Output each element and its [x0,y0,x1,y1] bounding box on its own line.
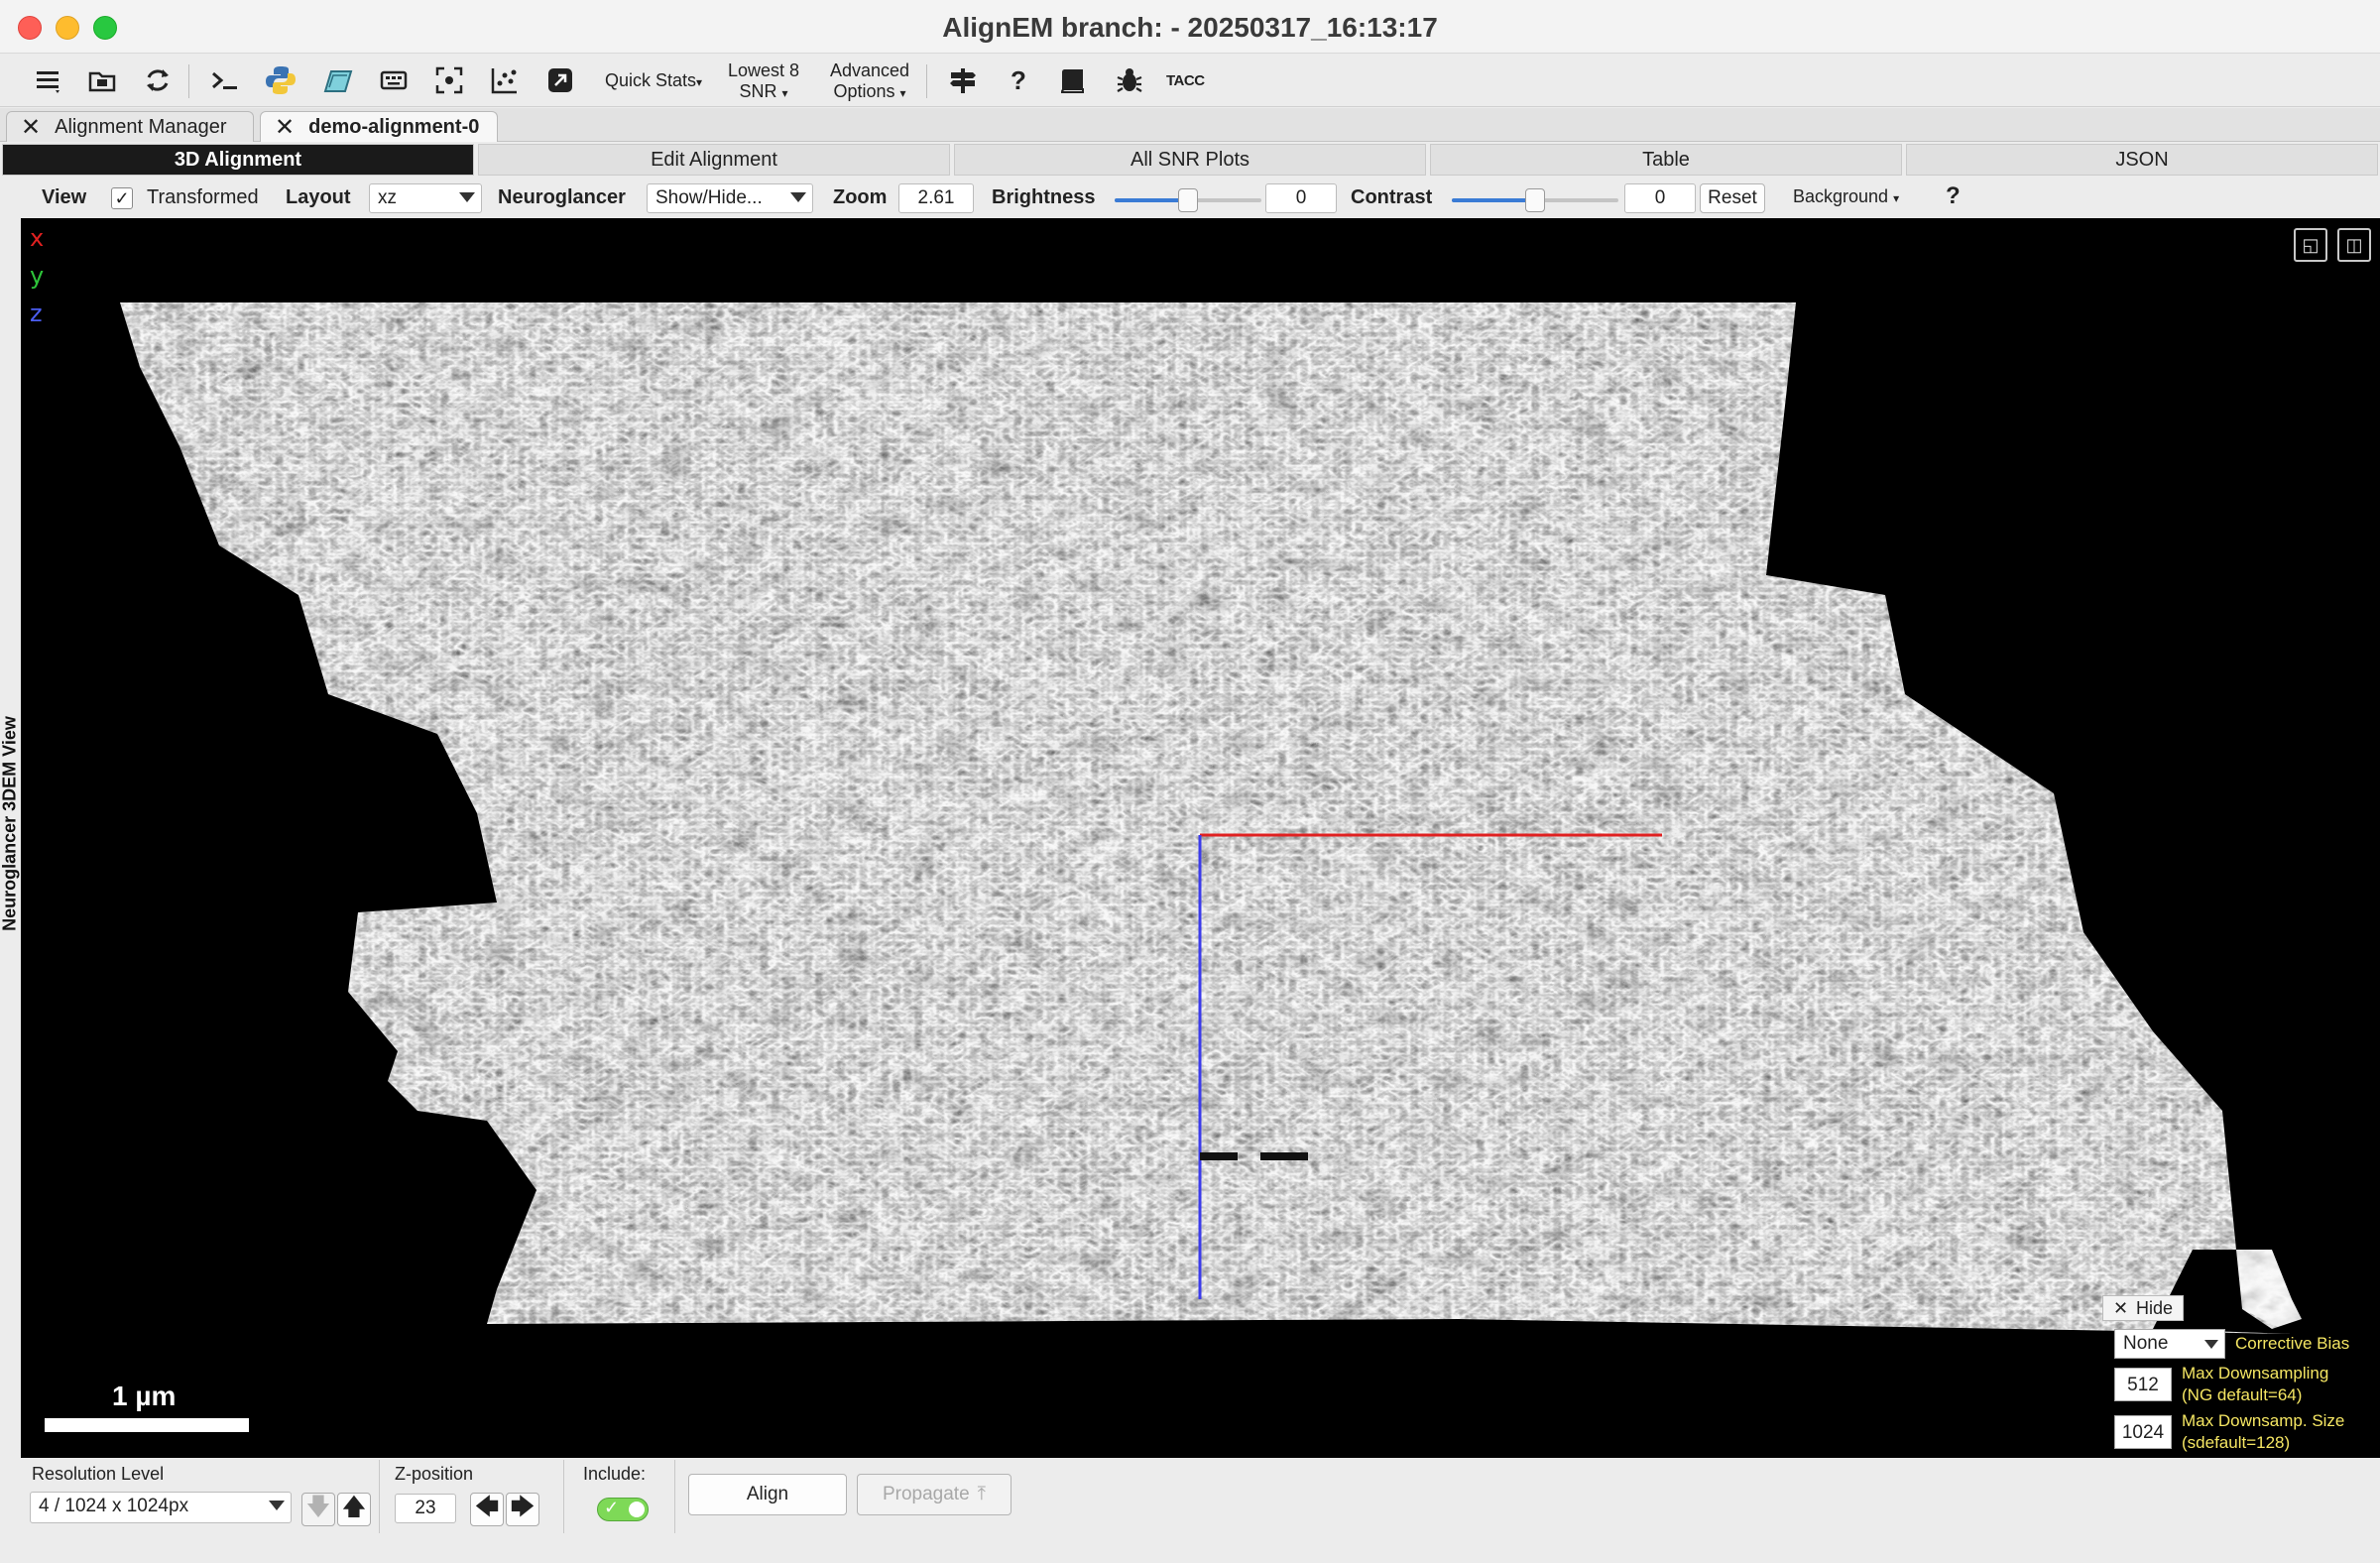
book-icon[interactable] [1055,61,1093,99]
lowest-snr-button[interactable]: Lowest 8 SNR ▾ [724,60,803,104]
view-label: View [42,186,87,208]
max-downsampling-input[interactable]: 512 [2114,1368,2172,1401]
contrast-label: Contrast [1351,186,1433,208]
split-panel-icon[interactable]: ◫ [2337,228,2371,262]
corrective-bias-label: Corrective Bias [2235,1334,2350,1353]
viewer-side-label: Neuroglancer 3DEM View [0,218,21,1458]
layout-label: Layout [286,186,351,208]
resolution-level-label: Resolution Level [32,1464,165,1484]
chevron-down-icon [459,192,475,202]
propagate-button[interactable]: Propagate ⤒ [857,1474,1012,1515]
resolution-up-button[interactable]: 🡅 [337,1493,371,1526]
max-downsamp-size-input[interactable]: 1024 [2114,1415,2172,1449]
chevron-down-icon [269,1501,285,1510]
contrast-slider-fill [1452,198,1535,202]
view-tab-bar: 3D Alignment Edit Alignment All SNR Plot… [0,144,2380,178]
neuroglancer-select[interactable]: Show/Hide... [647,183,813,213]
contrast-input[interactable]: 0 [1624,183,1696,213]
max-downsamp-size-label: Max Downsamp. Size (sdefault=128) [2182,1411,2345,1452]
arrow-down-icon: 🡇 [305,1493,331,1520]
contrast-slider-handle[interactable] [1525,188,1545,212]
resolution-down-button[interactable]: 🡇 [301,1493,335,1526]
brightness-label: Brightness [992,186,1096,208]
help-icon[interactable]: ? [1946,182,1961,210]
focus-icon[interactable] [430,61,468,99]
signpost-icon[interactable] [944,61,982,99]
document-tab-bar: ✕ Alignment Manager ✕ demo-alignment-0 [0,108,2380,142]
title-bar: AlignEM branch: - 20250317_16:13:17 [0,0,2380,54]
z-previous-button[interactable]: 🡄 [470,1493,504,1526]
include-label: Include: [583,1464,647,1484]
advanced-options-button[interactable]: Advanced Options ▾ [825,60,914,104]
corrective-bias-select[interactable]: None [2114,1329,2225,1359]
hide-overlay-button[interactable]: ✕ Hide [2102,1295,2184,1321]
window-title: AlignEM branch: - 20250317_16:13:17 [942,12,1438,43]
view-controls: View ✓ Transformed Layout xz Neuroglance… [0,180,2380,216]
include-toggle[interactable]: ✓ [597,1498,649,1521]
neuroglancer-label: Neuroglancer [498,186,626,208]
scale-bar-label: 1 µm [112,1381,177,1411]
close-icon: ✕ [2112,1297,2129,1318]
z-next-button[interactable]: 🡆 [506,1493,539,1526]
tab-all-snr-plots[interactable]: All SNR Plots [954,144,1426,176]
help-icon[interactable]: ? [1000,61,1037,99]
zoom-input[interactable]: 2.61 [898,183,974,213]
arrow-left-icon: 🡄 [474,1493,500,1520]
tacc-logo[interactable]: TACC [1166,70,1205,91]
transformed-checkbox[interactable]: ✓ [111,187,133,209]
align-button[interactable]: Align [688,1474,847,1515]
chevron-down-icon [2204,1340,2218,1349]
neuroglancer-viewer[interactable]: x y z ◱ ◫ 1 µm [21,218,2380,1458]
transformed-label: Transformed [147,186,259,208]
em-image [120,302,2302,1334]
layout-select[interactable]: xz [369,183,482,213]
tab-3d-alignment[interactable]: 3D Alignment [2,144,474,176]
tab-table[interactable]: Table [1430,144,1902,176]
max-downsampling-label: Max Downsampling (NG default=64) [2182,1364,2329,1404]
notebook-icon[interactable] [319,61,357,99]
menu-icon[interactable] [30,61,67,99]
maximize-panel-icon[interactable]: ◱ [2294,228,2327,262]
reset-button[interactable]: Reset [1700,183,1765,213]
keyboard-icon[interactable] [375,61,413,99]
brightness-slider-fill [1115,198,1188,202]
axis-z-label: z [30,300,43,327]
quick-stats-button[interactable]: Quick Stats▾ [605,70,702,93]
scale-bar [45,1418,249,1432]
resolution-level-select[interactable]: 4 / 1024 x 1024px [30,1492,292,1523]
brightness-slider-handle[interactable] [1178,188,1198,212]
axis-y-label: y [30,262,45,290]
axis-x-label: x [30,224,45,252]
z-position-input[interactable]: 23 [395,1494,456,1523]
scatter-chart-icon[interactable] [486,61,524,99]
background-button[interactable]: Background ▾ [1793,186,1899,207]
refresh-icon[interactable] [139,61,177,99]
arrow-right-icon: 🡆 [510,1493,536,1520]
python-icon[interactable] [262,61,299,99]
zoom-label: Zoom [833,186,888,208]
arrow-up-icon: ⤒ [977,1484,987,1504]
arrow-up-icon: 🡅 [341,1493,367,1520]
tab-edit-alignment[interactable]: Edit Alignment [478,144,950,176]
main-toolbar: Quick Stats▾ Lowest 8 SNR ▾ Advanced Opt… [0,55,2380,107]
close-icon[interactable]: ✕ [21,113,41,142]
close-icon[interactable]: ✕ [275,113,295,142]
folder-icon[interactable] [83,61,121,99]
external-link-icon[interactable] [541,61,579,99]
bottom-bar: Resolution Level 4 / 1024 x 1024px 🡇 🡅 Z… [0,1458,2380,1563]
chevron-down-icon [790,192,806,202]
tab-json[interactable]: JSON [1906,144,2378,176]
tab-demo-alignment[interactable]: ✕ demo-alignment-0 [260,111,498,142]
tab-alignment-manager[interactable]: ✕ Alignment Manager [6,111,254,142]
brightness-input[interactable]: 0 [1265,183,1337,213]
terminal-icon[interactable] [206,61,244,99]
z-position-label: Z-position [395,1464,474,1484]
bug-icon[interactable] [1111,61,1148,99]
